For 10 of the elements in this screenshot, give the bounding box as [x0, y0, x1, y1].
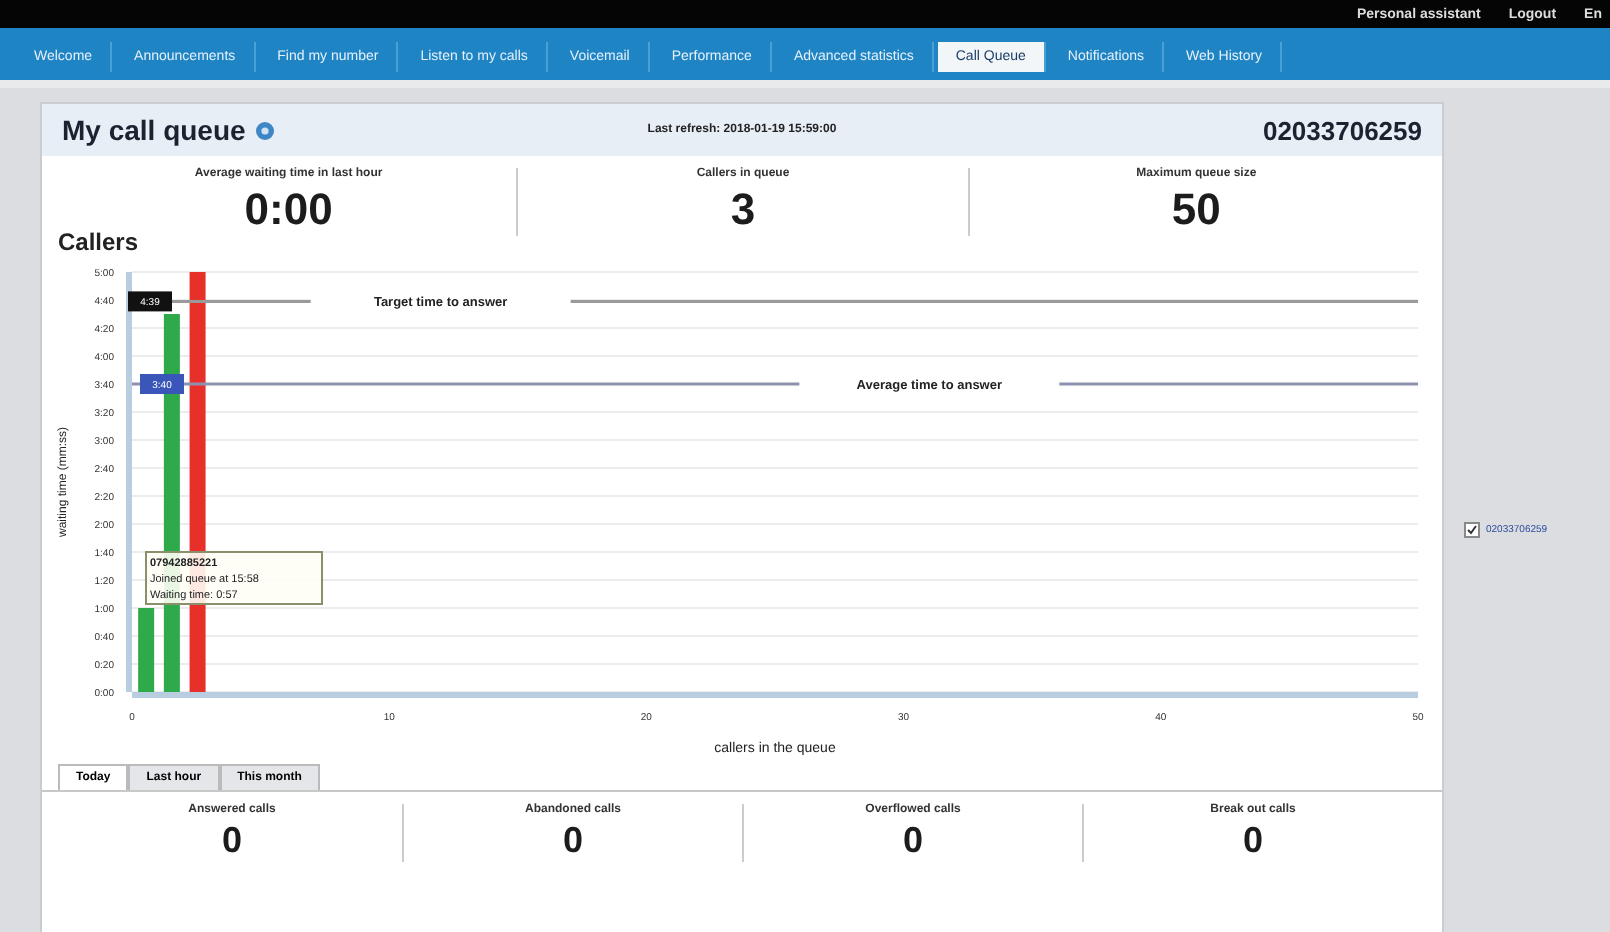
- stat-value: 3: [730, 184, 756, 236]
- total-value: 0: [902, 820, 923, 862]
- stat-value: 50: [1171, 184, 1221, 236]
- stat-value: 0:00: [244, 184, 333, 236]
- chart-title: Callers: [56, 228, 141, 256]
- total-value: 0: [562, 820, 583, 862]
- panel-title: My call queue: [62, 114, 246, 146]
- total-value: 0: [1242, 820, 1263, 862]
- total-value: 0: [221, 820, 242, 862]
- queue-number: 02033706259: [1260, 115, 1422, 145]
